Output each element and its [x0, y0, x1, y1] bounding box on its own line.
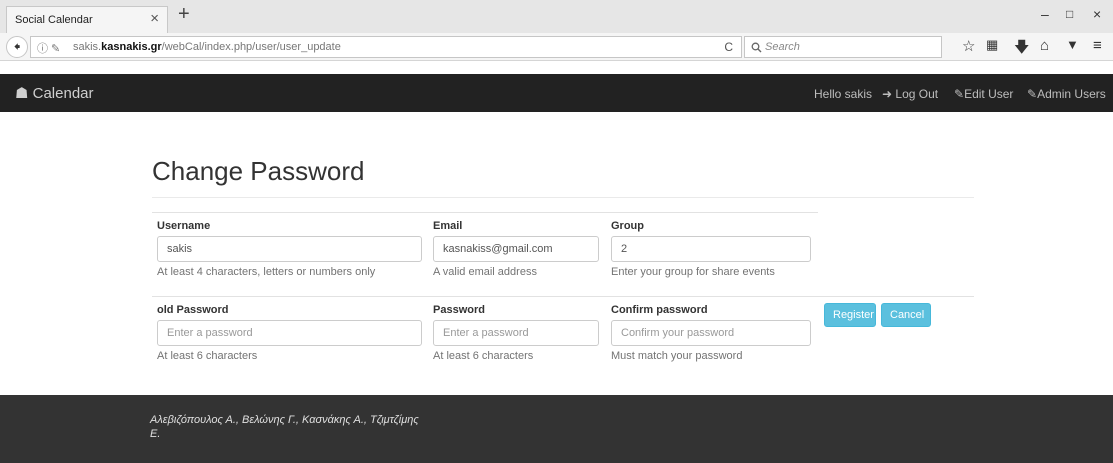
old-password-help: At least 6 characters [157, 350, 258, 362]
divider [152, 212, 818, 213]
group-input[interactable] [611, 236, 811, 262]
restore-icon[interactable]: □ [1066, 7, 1073, 21]
download-icon[interactable]: 🡇 [1014, 37, 1029, 62]
footer: Αλεβιζόπουλος Α., Βελώνης Γ., Κασνάκης Α… [0, 395, 1113, 463]
logout-link[interactable]: ➜ Log Out [882, 87, 938, 101]
confirm-password-label: Confirm password [611, 304, 708, 316]
cancel-button[interactable]: Cancel [881, 303, 931, 327]
url-bar[interactable]: ⓘ ✎ sakis.kasnakis.gr/webCal/index.php/u… [30, 36, 742, 58]
new-tab-icon[interactable]: + [178, 3, 190, 26]
group-label: Group [611, 220, 644, 232]
admin-users-link[interactable]: ✎Admin Users [1027, 87, 1106, 101]
browser-tab[interactable]: Social Calendar × [6, 6, 168, 33]
password-label: Password [433, 304, 485, 316]
old-password-label: old Password [157, 304, 229, 316]
page-title: Change Password [152, 156, 365, 186]
pocket-icon[interactable]: ▼ [1066, 37, 1079, 52]
divider [152, 197, 974, 198]
browser-tab-strip: Social Calendar × + – □ × [0, 0, 1113, 33]
pencil-icon: ✎ [1027, 87, 1038, 101]
app-navbar: ☗ Calendar Hello sakis ➜ Log Out ✎Edit U… [0, 74, 1113, 112]
password-help: At least 6 characters [433, 350, 534, 362]
menu-icon[interactable]: ≡ [1093, 37, 1102, 54]
home-icon[interactable]: ⌂ [1040, 37, 1049, 54]
tab-close-icon[interactable]: × [150, 10, 159, 27]
divider [152, 296, 974, 297]
edit-user-link[interactable]: ✎Edit User [954, 87, 1013, 101]
register-button[interactable]: Register [824, 303, 876, 327]
url-text[interactable]: sakis.kasnakis.gr/webCal/index.php/user/… [73, 41, 341, 53]
search-placeholder: Search [765, 41, 800, 53]
reading-list-icon[interactable]: ▦ [986, 37, 998, 53]
back-icon[interactable]: 🠸 [6, 36, 28, 58]
brand-link[interactable]: ☗ Calendar [15, 84, 94, 102]
logout-icon: ➜ [882, 87, 893, 101]
search-icon [751, 42, 762, 53]
minimize-icon[interactable]: – [1041, 6, 1049, 22]
group-help: Enter your group for share events [611, 266, 775, 278]
password-input[interactable] [433, 320, 599, 346]
pencil-icon: ✎ [954, 87, 965, 101]
browser-toolbar: 🠸 ⓘ ✎ sakis.kasnakis.gr/webCal/index.php… [0, 33, 1113, 61]
reload-icon[interactable]: C [724, 40, 733, 54]
search-bar[interactable]: Search [744, 36, 942, 58]
old-password-input[interactable] [157, 320, 422, 346]
username-help: At least 4 characters, letters or number… [157, 266, 376, 278]
email-label: Email [433, 220, 463, 232]
email-help: A valid email address [433, 266, 537, 278]
email-input[interactable] [433, 236, 599, 262]
window-close-icon[interactable]: × [1093, 6, 1101, 22]
home-icon: ☗ [15, 85, 29, 102]
confirm-password-input[interactable] [611, 320, 811, 346]
footer-authors: Αλεβιζόπουλος Α., Βελώνης Γ., Κασνάκης Α… [150, 414, 419, 440]
greeting-link[interactable]: Hello sakis [814, 87, 872, 101]
username-label: Username [157, 220, 211, 232]
site-info-icon[interactable]: ⓘ ✎ [37, 40, 60, 56]
star-icon[interactable]: ☆ [962, 37, 975, 55]
tab-title: Social Calendar [15, 14, 93, 26]
confirm-password-help: Must match your password [611, 350, 743, 362]
username-input[interactable] [157, 236, 422, 262]
